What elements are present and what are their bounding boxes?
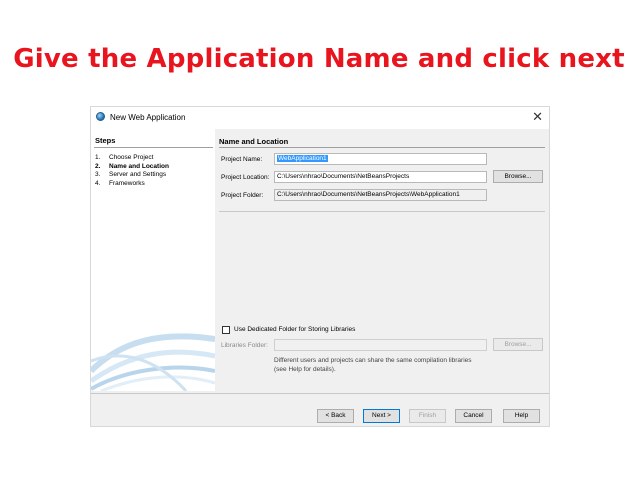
dialog-titlebar: New Web Application ✕ — [91, 107, 549, 129]
finish-button[interactable]: Finish — [409, 409, 446, 423]
libraries-folder-input[interactable] — [274, 339, 487, 351]
next-button[interactable]: Next > — [363, 409, 400, 423]
browse-libraries-button[interactable]: Browse... — [493, 338, 543, 351]
project-location-input[interactable]: C:\Users\nhrao\Documents\NetBeansProject… — [274, 171, 487, 183]
browse-location-button[interactable]: Browse... — [493, 170, 543, 183]
section-header: Name and Location — [219, 137, 289, 146]
slide-title: Give the Application Name and click next — [13, 44, 625, 74]
dialog-title: New Web Application — [110, 113, 186, 122]
back-button[interactable]: < Back — [317, 409, 354, 423]
close-icon[interactable]: ✕ — [532, 110, 543, 123]
step-name-and-location: 2. Name and Location — [95, 163, 169, 172]
step-label: Frameworks — [109, 179, 145, 187]
step-number: 3. — [95, 171, 101, 178]
steps-divider — [94, 147, 213, 148]
new-web-application-dialog: New Web Application ✕ Steps 1. Choose Pro… — [90, 106, 550, 427]
netbeans-icon — [96, 112, 105, 121]
help-text-line: (see Help for details). — [274, 365, 336, 373]
step-label: Name and Location — [109, 162, 169, 170]
step-choose-project: 1. Choose Project — [95, 154, 169, 163]
project-name-input[interactable]: WebApplication1 — [274, 153, 487, 165]
step-frameworks: 4. Frameworks — [95, 180, 169, 189]
help-text-line: Different users and projects can share t… — [274, 357, 472, 364]
step-server-and-settings: 3. Server and Settings — [95, 171, 169, 180]
step-label: Server and Settings — [109, 171, 167, 178]
name-and-location-panel: Name and Location Project Name: WebAppli… — [219, 129, 545, 391]
project-name-value: WebApplication1 — [277, 155, 328, 162]
steps-panel: Steps 1. Choose Project 2. Name and Locati… — [91, 129, 215, 391]
cancel-button[interactable]: Cancel — [455, 409, 492, 423]
dedicated-folder-checkbox[interactable] — [222, 326, 230, 334]
libraries-folder-label: Libraries Folder: — [221, 342, 268, 349]
steps-list: 1. Choose Project 2. Name and Location 3. S… — [95, 154, 169, 188]
help-button[interactable]: Help — [503, 409, 540, 423]
steps-header: Steps — [95, 136, 116, 145]
project-folder-field: C:\Users\nhrao\Documents\NetBeansProject… — [274, 189, 487, 201]
step-number: 2. — [95, 162, 101, 170]
libraries-help-text: Different users and projects can share t… — [274, 357, 472, 374]
step-label: Choose Project — [109, 154, 154, 161]
options-divider — [219, 211, 545, 212]
step-number: 1. — [95, 154, 101, 161]
swoosh-decoration — [91, 333, 215, 391]
step-number: 4. — [95, 179, 101, 187]
project-name-label: Project Name: — [221, 156, 263, 163]
dedicated-folder-label: Use Dedicated Folder for Storing Librari… — [234, 326, 356, 333]
project-folder-label: Project Folder: — [221, 192, 264, 199]
footer-divider — [91, 393, 549, 394]
project-location-label: Project Location: — [221, 174, 270, 181]
section-divider — [219, 147, 545, 148]
